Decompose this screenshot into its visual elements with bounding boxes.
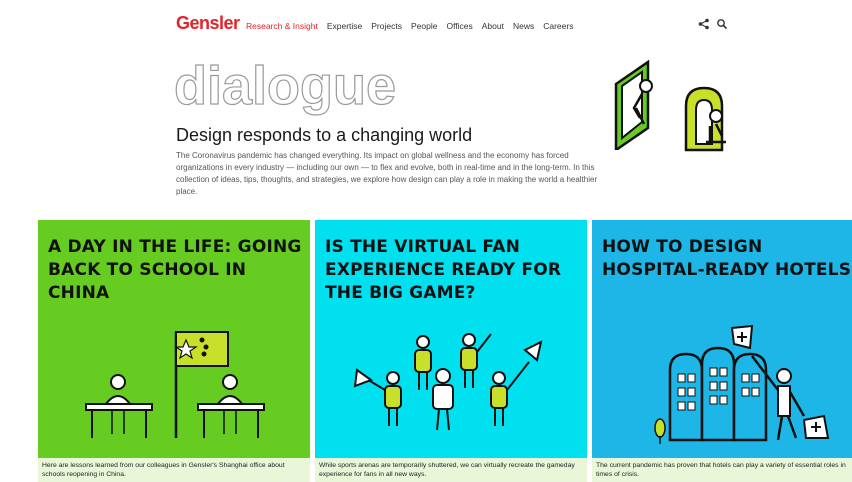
card-caption: Here are lessons learned from our collea… <box>38 458 310 482</box>
card-title[interactable]: IS THE VIRTUAL FAN EXPERIENCE READY FOR … <box>325 236 587 305</box>
nav-offices[interactable]: Offices <box>446 21 472 31</box>
classroom-illustration <box>85 331 265 438</box>
gensler-logo[interactable]: Gensler <box>176 13 240 34</box>
share-icon[interactable] <box>698 18 710 30</box>
article-card-hospital-hotels[interactable]: HOW TO DESIGN HOSPITAL-READY HOTELS The … <box>592 220 852 482</box>
page-title: Design responds to a changing world <box>176 125 473 145</box>
dialogue-wordmark: dialogue <box>173 56 396 116</box>
nav-expertise[interactable]: Expertise <box>327 21 362 31</box>
card-caption: While sports arenas are temporarily shut… <box>315 458 587 482</box>
fans-illustration <box>353 333 543 431</box>
intro-paragraph: The Coronavirus pandemic has changed eve… <box>176 151 598 196</box>
article-card-school[interactable]: A DAY IN THE LIFE: GOING BACK TO SCHOOL … <box>38 220 310 482</box>
card-title[interactable]: HOW TO DESIGN HOSPITAL-READY HOTELS <box>602 236 852 282</box>
article-card-virtual-fan[interactable]: IS THE VIRTUAL FAN EXPERIENCE READY FOR … <box>315 220 587 482</box>
card-title[interactable]: A DAY IN THE LIFE: GOING BACK TO SCHOOL … <box>48 236 310 305</box>
nav-about[interactable]: About <box>482 21 504 31</box>
yellow-door-illustration <box>684 86 726 152</box>
nav-projects[interactable]: Projects <box>371 21 402 31</box>
green-door-illustration <box>614 59 653 150</box>
nav-news[interactable]: News <box>513 21 534 31</box>
site-header: Gensler Research & Insight Expertise Pro… <box>0 0 852 50</box>
nav-careers[interactable]: Careers <box>543 21 573 31</box>
nav-research-insight[interactable]: Research & Insight <box>246 21 318 31</box>
hotel-illustration <box>654 324 830 444</box>
card-caption: The current pandemic has proven that hot… <box>592 458 852 482</box>
main-nav: Research & Insight Expertise Projects Pe… <box>246 21 573 31</box>
wordmark-text: dialogue <box>174 56 396 116</box>
nav-people[interactable]: People <box>411 21 437 31</box>
search-icon[interactable] <box>716 18 728 30</box>
